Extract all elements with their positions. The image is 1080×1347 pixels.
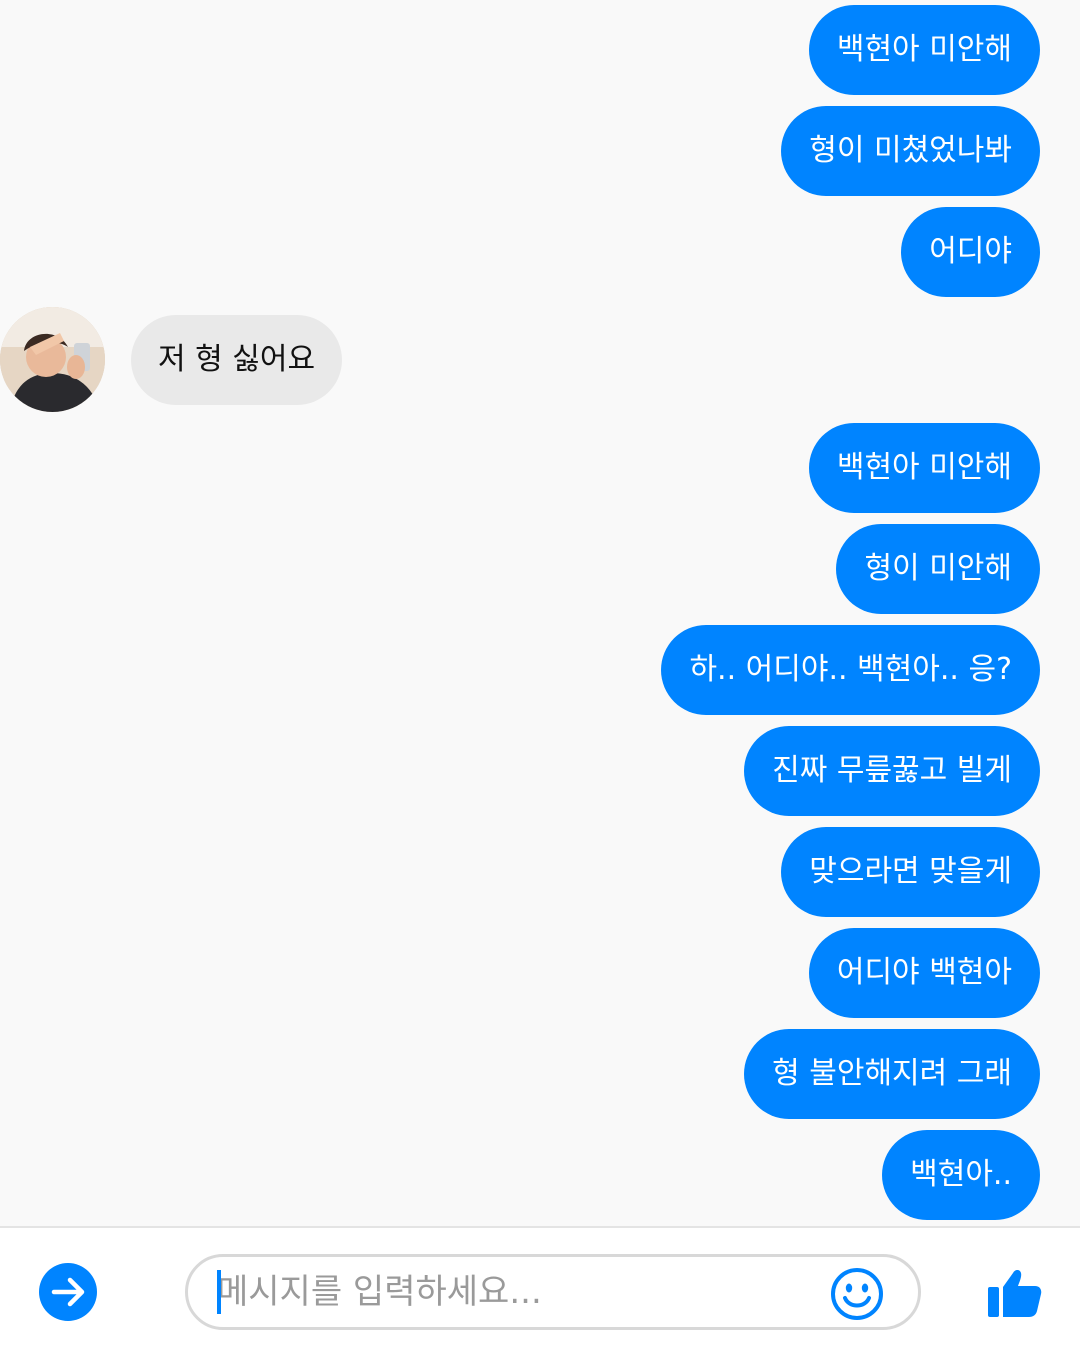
- message-incoming[interactable]: 저 형 싫어요: [131, 315, 343, 405]
- avatar-photo: [0, 307, 105, 412]
- message-outgoing[interactable]: 형이 미쳤었나봐: [781, 106, 1040, 196]
- avatar[interactable]: [0, 307, 105, 412]
- like-button[interactable]: [985, 1263, 1043, 1321]
- message-list[interactable]: 백현아 미안해 형이 미쳤었나봐 어디야 저 형 싫어요 백현아 미안해 형이 …: [0, 0, 1080, 1226]
- thumbs-up-icon: [988, 1270, 1042, 1317]
- message-composer: [0, 1226, 1080, 1347]
- message-input[interactable]: [217, 1265, 817, 1319]
- message-outgoing[interactable]: 진짜 무릎꿇고 빌게: [744, 726, 1040, 816]
- text-caret: [217, 1270, 221, 1314]
- smiley-icon: [831, 1268, 883, 1320]
- arrow-right-circle-icon: [51, 1277, 85, 1307]
- send-button[interactable]: [39, 1263, 97, 1321]
- message-outgoing[interactable]: 백현아 미안해: [808, 423, 1040, 513]
- message-outgoing[interactable]: 백현아 미안해: [808, 5, 1040, 95]
- message-input-box[interactable]: [185, 1254, 921, 1330]
- message-outgoing[interactable]: 맞으라면 맞을게: [781, 827, 1040, 917]
- message-outgoing[interactable]: 하.. 어디야.. 백현아.. 응?: [661, 625, 1040, 715]
- message-outgoing[interactable]: 어디야: [901, 207, 1040, 297]
- emoji-button[interactable]: [829, 1266, 885, 1322]
- message-outgoing[interactable]: 형이 미안해: [836, 524, 1040, 614]
- message-outgoing[interactable]: 어디야 백현아: [808, 928, 1040, 1018]
- message-outgoing[interactable]: 백현아..: [882, 1130, 1040, 1220]
- message-outgoing[interactable]: 형 불안해지려 그래: [744, 1029, 1040, 1119]
